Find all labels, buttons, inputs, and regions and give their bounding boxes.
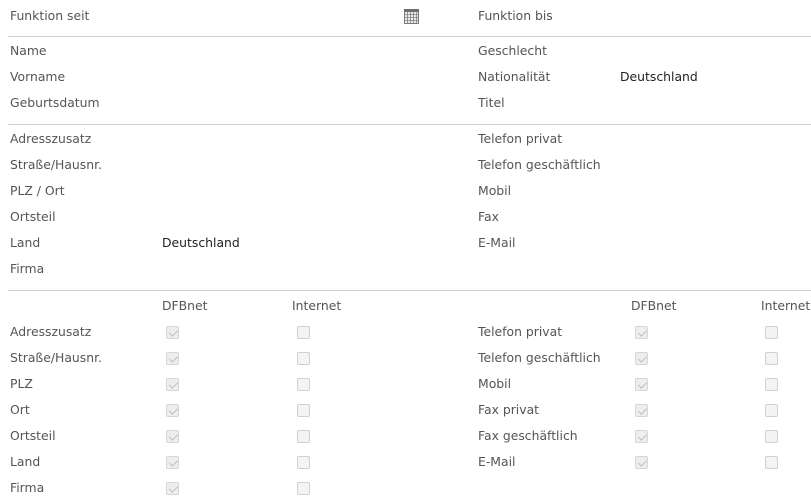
dfbnet-checkbox[interactable] [635,326,648,339]
divider [8,36,811,37]
internet-checkbox[interactable] [297,404,310,417]
dfbnet-checkbox[interactable] [635,352,648,365]
name-label: Name [10,43,47,58]
mobile-label: Mobil [478,183,512,198]
internet-checkbox[interactable] [297,352,310,365]
visibility-row-label: E-Mail [478,454,516,469]
dfbnet-checkbox[interactable] [166,456,179,469]
zip-city-label: PLZ / Ort [10,183,65,198]
visibility-row-label: Ortsteil [10,428,56,443]
gender-label: Geschlecht [478,43,547,58]
internet-checkbox[interactable] [297,326,310,339]
phone-business-label: Telefon geschäftlich [478,157,601,172]
col-internet-right: Internet [761,298,811,313]
visibility-row-label: Firma [10,480,45,495]
internet-checkbox[interactable] [297,378,310,391]
col-dfbnet-right: DFBnet [631,298,677,313]
visibility-row-label: Mobil [478,376,512,391]
divider [8,124,811,125]
internet-checkbox[interactable] [765,456,778,469]
visibility-row-label: Straße/Hausnr. [10,350,102,365]
dfbnet-checkbox[interactable] [166,378,179,391]
birthdate-label: Geburtsdatum [10,95,100,110]
dfbnet-checkbox[interactable] [166,482,179,495]
col-dfbnet-left: DFBnet [162,298,208,313]
dfbnet-checkbox[interactable] [166,326,179,339]
nationality-value: Deutschland [620,69,698,84]
country-label: Land [10,235,41,250]
title-label: Titel [478,95,505,110]
email-label: E-Mail [478,235,516,250]
divider [8,290,811,291]
internet-checkbox[interactable] [765,326,778,339]
visibility-row-label: Ort [10,402,30,417]
calendar-icon[interactable] [404,9,419,24]
visibility-row-label: Telefon privat [478,324,563,339]
district-label: Ortsteil [10,209,56,224]
company-label: Firma [10,261,45,276]
address-addition-label: Adresszusatz [10,131,92,146]
visibility-row-label: Fax geschäftlich [478,428,578,443]
dfbnet-checkbox[interactable] [166,430,179,443]
internet-checkbox[interactable] [297,456,310,469]
internet-checkbox[interactable] [765,404,778,417]
internet-checkbox[interactable] [765,352,778,365]
nationality-label: Nationalität [478,69,551,84]
first-name-label: Vorname [10,69,66,84]
street-label: Straße/Hausnr. [10,157,102,172]
visibility-row-label: Land [10,454,41,469]
phone-private-label: Telefon privat [478,131,563,146]
internet-checkbox[interactable] [765,430,778,443]
dfbnet-checkbox[interactable] [635,456,648,469]
dfbnet-checkbox[interactable] [635,404,648,417]
country-value: Deutschland [162,235,240,250]
function-until-label: Funktion bis [478,8,553,23]
internet-checkbox[interactable] [297,430,310,443]
visibility-row-label: Adresszusatz [10,324,92,339]
internet-checkbox[interactable] [297,482,310,495]
internet-checkbox[interactable] [765,378,778,391]
col-internet-left: Internet [292,298,342,313]
dfbnet-checkbox[interactable] [635,430,648,443]
dfbnet-checkbox[interactable] [166,404,179,417]
visibility-row-label: PLZ [10,376,33,391]
fax-label: Fax [478,209,499,224]
dfbnet-checkbox[interactable] [635,378,648,391]
dfbnet-checkbox[interactable] [166,352,179,365]
visibility-row-label: Telefon geschäftlich [478,350,601,365]
function-since-label: Funktion seit [10,8,90,23]
visibility-row-label: Fax privat [478,402,540,417]
